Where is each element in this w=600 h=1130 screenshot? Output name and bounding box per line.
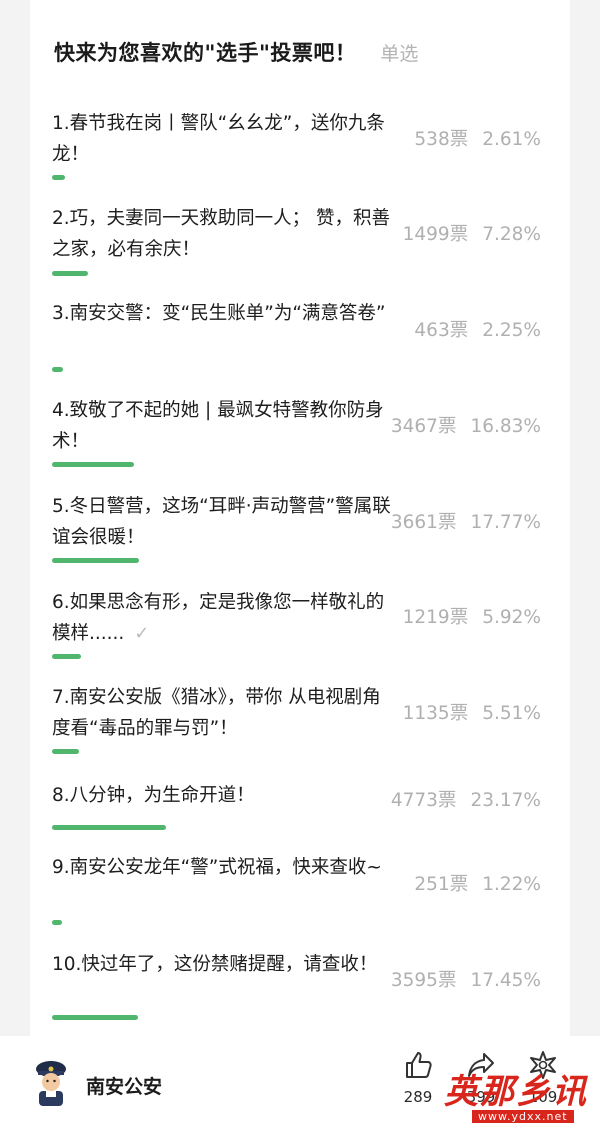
poll-option-label-text: 4.致敬了不起的她 | 最飒女特警教你防身术！: [52, 400, 384, 452]
vote-progress-track: [52, 271, 542, 276]
poll-option-label-text: 8.八分钟，为生命开道！: [52, 785, 255, 806]
vote-count: 3595票: [390, 970, 457, 991]
poll-header: 快来为您喜欢的"选手"投票吧！ 单选: [54, 36, 554, 68]
poll-option-label-text: 2.巧，夫妻同一天救助同一人； 赞，积善之家，必有余庆！: [52, 208, 391, 260]
poll-option-label[interactable]: 6.如果思念有形，定是我像您一样敬礼的模样...... ✓: [52, 587, 392, 649]
poll-option-label[interactable]: 3.南安交警：变“民生账单”为“满意答卷”: [52, 298, 392, 329]
like-count: 289: [403, 1088, 433, 1106]
vote-progress-track: [52, 749, 542, 754]
thumbs-up-icon: [406, 1052, 432, 1078]
vote-progress-fill: [52, 920, 62, 925]
vote-count: 1499票: [402, 224, 469, 245]
vote-percent: 1.22%: [482, 874, 541, 895]
poll-option-stats: 538票 2.61%: [351, 125, 541, 151]
watermark-logo-text: 英那乡讯: [444, 1072, 588, 1112]
vote-count: 463票: [414, 320, 469, 341]
vote-progress-fill: [52, 367, 63, 372]
vote-progress-fill: [52, 749, 79, 754]
vote-progress-fill: [52, 825, 166, 830]
poll-card: 快来为您喜欢的"选手"投票吧！ 单选 1.春节我在岗丨警队“幺幺龙”，送你九条龙…: [30, 0, 570, 1036]
poll-title: 快来为您喜欢的"选手"投票吧！: [54, 41, 357, 65]
vote-progress-track: [52, 462, 542, 467]
poll-option-label[interactable]: 4.致敬了不起的她 | 最飒女特警教你防身术！: [52, 395, 392, 457]
vote-progress-fill: [52, 1015, 138, 1020]
selected-check-icon: ✓: [134, 623, 150, 644]
vote-progress-fill: [52, 462, 134, 467]
vote-count: 1135票: [402, 703, 469, 724]
poll-option-label-text: 9.南安公安龙年“警”式祝福，快来查收~: [52, 857, 382, 878]
poll-option-stats: 3661票 17.77%: [351, 508, 541, 534]
poll-option-stats: 251票 1.22%: [351, 870, 541, 896]
vote-progress-track: [52, 175, 542, 180]
poll-option-label-text: 3.南安交警：变“民生账单”为“满意答卷”: [52, 303, 386, 324]
vote-count: 1219票: [402, 607, 469, 628]
vote-progress-track: [52, 920, 542, 925]
vote-progress-fill: [52, 654, 81, 659]
poll-option-label[interactable]: 9.南安公安龙年“警”式祝福，快来查收~: [52, 852, 392, 883]
watermark-url: www.ydxx.net: [472, 1110, 574, 1123]
vote-count: 3661票: [390, 512, 457, 533]
poll-option-label[interactable]: 5.冬日警营，这场“耳畔·声动警营”警属联谊会很暖！: [52, 491, 392, 553]
vote-progress-track: [52, 654, 542, 659]
poll-option-label[interactable]: 1.春节我在岗丨警队“幺幺龙”，送你九条龙！: [52, 108, 392, 170]
vote-count: 3467票: [390, 416, 457, 437]
poll-option-label-text: 10.快过年了，这份禁赌提醒，请查收！: [52, 954, 378, 975]
site-watermark: 英那乡讯 www.ydxx.net: [440, 1064, 600, 1130]
vote-percent: 5.92%: [482, 607, 541, 628]
vote-progress-fill: [52, 175, 65, 180]
vote-progress-fill: [52, 271, 88, 276]
police-avatar-icon: [36, 1061, 66, 1106]
vote-count: 4773票: [390, 790, 457, 811]
vote-percent: 5.51%: [482, 703, 541, 724]
vote-progress-track: [52, 558, 542, 563]
vote-progress-track: [52, 1015, 542, 1020]
poll-mode-label: 单选: [380, 42, 419, 65]
vote-progress-fill: [52, 558, 139, 563]
poll-option-label-text: 7.南安公安版《猎冰》，带你 从电视剧角度看“毒品的罪与罚”！: [52, 687, 381, 739]
vote-percent: 2.25%: [482, 320, 541, 341]
vote-percent: 16.83%: [470, 416, 541, 437]
poll-option-stats: 4773票 23.17%: [351, 786, 541, 812]
poll-option-label[interactable]: 7.南安公安版《猎冰》，带你 从电视剧角度看“毒品的罪与罚”！: [52, 682, 392, 744]
poll-option-label-text: 5.冬日警营，这场“耳畔·声动警营”警属联谊会很暖！: [52, 496, 391, 548]
poll-option-stats: 3595票 17.45%: [351, 966, 541, 992]
vote-percent: 17.77%: [470, 512, 541, 533]
poll-option-label[interactable]: 2.巧，夫妻同一天救助同一人； 赞，积善之家，必有余庆！: [52, 203, 392, 265]
poll-option-label[interactable]: 8.八分钟，为生命开道！: [52, 780, 392, 811]
vote-count: 538票: [414, 129, 469, 150]
like-button[interactable]: 289: [393, 1050, 443, 1106]
account-name[interactable]: 南安公安: [86, 1072, 162, 1099]
poll-option-stats: 3467票 16.83%: [351, 412, 541, 438]
poll-option-stats: 1135票 5.51%: [351, 699, 541, 725]
vote-percent: 23.17%: [470, 790, 541, 811]
vote-progress-track: [52, 825, 542, 830]
vote-percent: 17.45%: [470, 970, 541, 991]
vote-percent: 2.61%: [482, 129, 541, 150]
poll-option-label[interactable]: 10.快过年了，这份禁赌提醒，请查收！: [52, 949, 392, 980]
vote-progress-track: [52, 367, 542, 372]
poll-option-stats: 463票 2.25%: [351, 316, 541, 342]
vote-percent: 7.28%: [482, 224, 541, 245]
poll-option-stats: 1499票 7.28%: [351, 220, 541, 246]
account-avatar[interactable]: [32, 1058, 70, 1108]
poll-option-stats: 1219票 5.92%: [351, 603, 541, 629]
poll-option-label-text: 6.如果思念有形，定是我像您一样敬礼的模样......: [52, 592, 385, 644]
poll-option-label-text: 1.春节我在岗丨警队“幺幺龙”，送你九条龙！: [52, 113, 385, 165]
vote-count: 251票: [414, 874, 469, 895]
